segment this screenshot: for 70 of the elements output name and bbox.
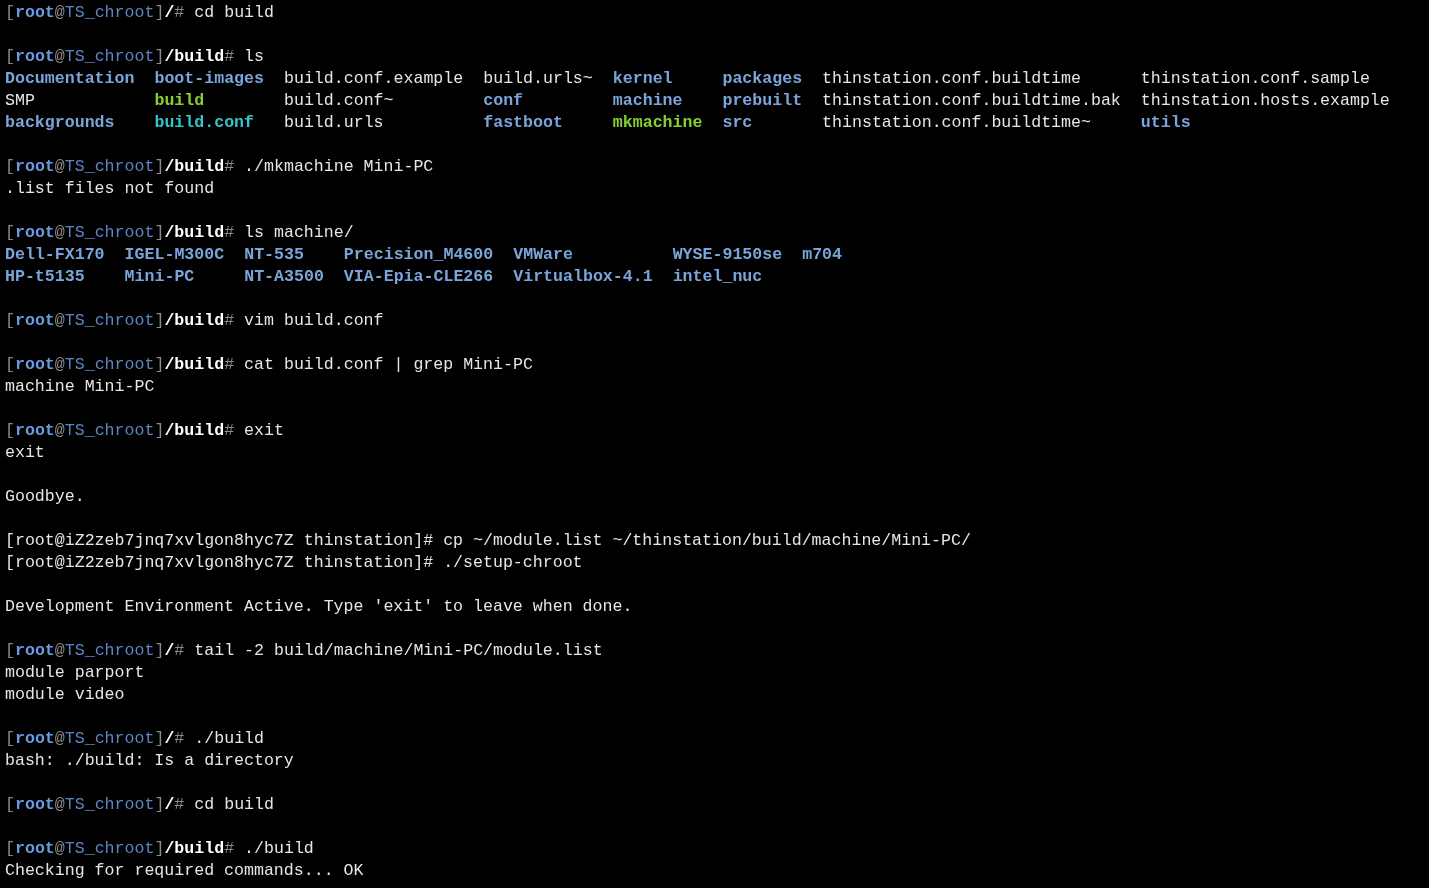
file-entry: utils [1140, 112, 1192, 134]
file-entry: thinstation.conf.buildtime [822, 68, 1082, 90]
file-entry: SMP [5, 90, 36, 112]
file-entry: boot-images [154, 68, 264, 90]
file-entry: mkmachine [612, 112, 703, 134]
file-entry: thinstation.conf.buildtime.bak [822, 90, 1121, 112]
file-entry: VMWare [513, 244, 574, 266]
command-text: cd build [194, 794, 274, 816]
command-text: ls machine/ [244, 222, 354, 244]
file-entry: Dell-FX170 [5, 244, 105, 266]
shell-prompt: [root@TS_chroot]/# [5, 794, 185, 816]
file-entry: Precision_M4600 [343, 244, 494, 266]
file-entry: thinstation.conf.sample [1140, 68, 1371, 90]
file-entry: prebuilt [722, 90, 803, 112]
output-line: [root@iZ2zeb7jnq7xvlgon8hyc7Z thinstation]# ./setup-chroot [5, 552, 583, 574]
file-entry: backgrounds [5, 112, 116, 134]
file-entry: build [154, 90, 206, 112]
file-entry: build.urls [284, 112, 385, 134]
file-entry: IGEL-M300C [124, 244, 225, 266]
file-entry: Virtualbox-4.1 [513, 266, 653, 288]
output-line: .list files not found [5, 178, 215, 200]
shell-prompt: [root@TS_chroot]/build# [5, 156, 235, 178]
output-line: Checking for required commands... OK [5, 860, 364, 882]
file-entry: HP-t5135 [5, 266, 86, 288]
file-entry: thinstation.conf.buildtime~ [822, 112, 1092, 134]
shell-prompt: [root@TS_chroot]/build# [5, 46, 235, 68]
command-text: vim build.conf [244, 310, 384, 332]
command-text: ls [244, 46, 264, 68]
shell-prompt: [root@TS_chroot]/build# [5, 222, 235, 244]
output-line: Development Environment Active. Type 'exit' to leave when done. [5, 596, 633, 618]
shell-prompt: [root@TS_chroot]/build# [5, 838, 235, 860]
file-entry: build.conf [154, 112, 256, 134]
file-entry: build.conf.example [284, 68, 464, 90]
command-text: exit [244, 420, 284, 442]
file-entry: NT-535 [244, 244, 305, 266]
file-entry: src [722, 112, 754, 134]
shell-prompt: [root@TS_chroot]/# [5, 640, 185, 662]
file-entry: NT-A3500 [244, 266, 324, 288]
command-text: ./mkmachine Mini-PC [244, 156, 434, 178]
file-entry: WYSE-9150se [672, 244, 783, 266]
file-entry: thinstation.hosts.example [1140, 90, 1390, 112]
command-text: cd build [194, 2, 274, 24]
command-text: tail -2 build/machine/Mini-PC/module.list [194, 640, 603, 662]
output-line: [root@iZ2zeb7jnq7xvlgon8hyc7Z thinstation]# cp ~/module.list ~/thinstation/build/machine/Mini-PC/ [5, 530, 971, 552]
output-line: module video [5, 684, 125, 706]
file-entry: machine [612, 90, 684, 112]
shell-prompt: [root@TS_chroot]/build# [5, 420, 235, 442]
command-text: cat build.conf | grep Mini-PC [244, 354, 533, 376]
shell-prompt: [root@TS_chroot]/# [5, 728, 185, 750]
output-line: machine Mini-PC [5, 376, 155, 398]
shell-prompt: [root@TS_chroot]/build# [5, 310, 235, 332]
output-line: module parport [5, 662, 145, 684]
command-text: ./build [244, 838, 314, 860]
file-entry: Documentation [5, 68, 135, 90]
output-line: Goodbye. [5, 486, 85, 508]
output-line: bash: ./build: Is a directory [5, 750, 294, 772]
file-entry: kernel [612, 68, 674, 90]
file-entry: conf [483, 90, 525, 112]
file-entry: intel_nuc [672, 266, 764, 288]
file-entry: VIA-Epia-CLE266 [343, 266, 494, 288]
file-entry: m704 [802, 244, 843, 266]
output-line: exit [5, 442, 45, 464]
file-entry: build.urls~ [483, 68, 593, 90]
shell-prompt: [root@TS_chroot]/build# [5, 354, 235, 376]
command-text: ./build [194, 728, 265, 750]
file-entry: fastboot [483, 112, 564, 134]
file-entry: build.conf~ [284, 90, 395, 112]
file-entry: Mini-PC [124, 266, 196, 288]
file-entry: packages [722, 68, 803, 90]
shell-prompt: [root@TS_chroot]/# [5, 2, 185, 24]
